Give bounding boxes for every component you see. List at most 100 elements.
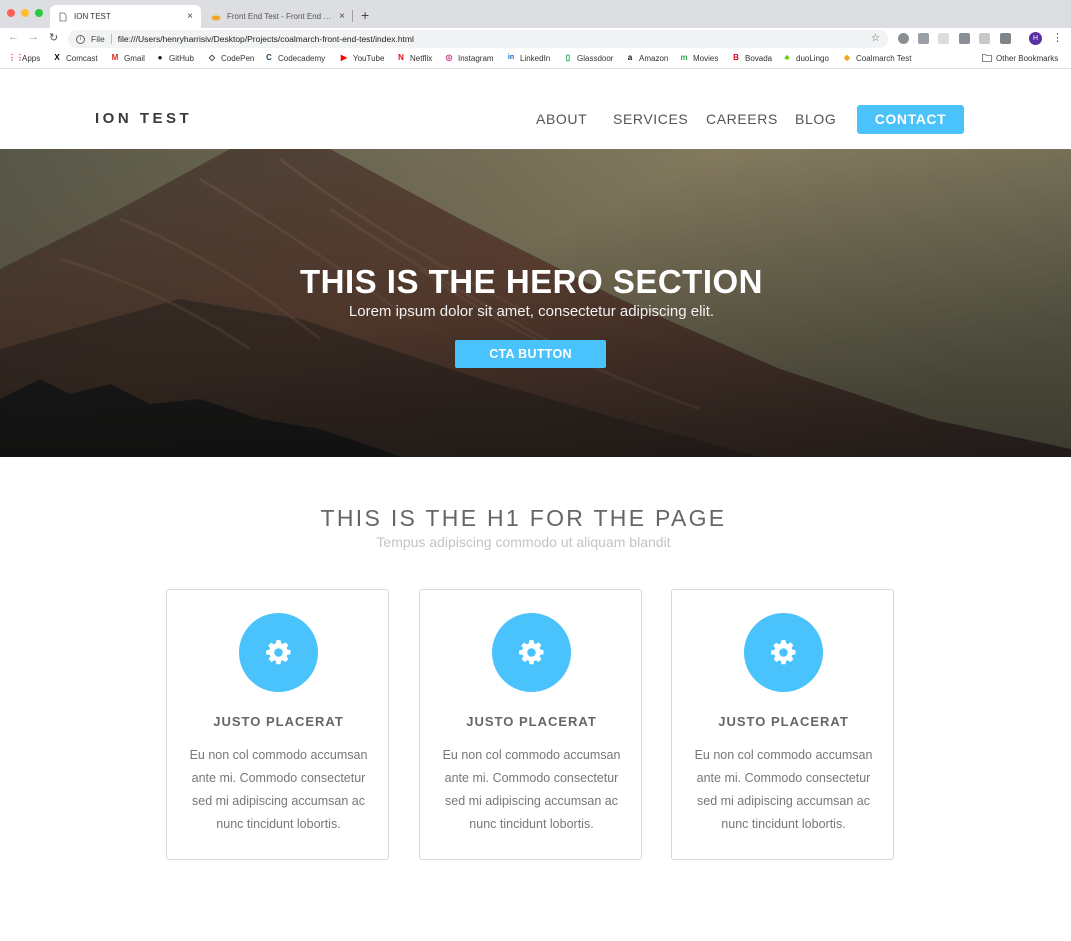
browser-tab-front-end-test[interactable]: Front End Test - Front End Test × xyxy=(203,5,353,28)
bookmark-label: Bovada xyxy=(745,53,773,63)
bookmark-label: Netflix xyxy=(410,53,433,63)
bookmark-bovada[interactable]: B Bovada xyxy=(731,53,772,63)
reload-button[interactable]: ↻ xyxy=(49,31,58,44)
feature-card: JUSTO PLACERAT Eu non col commodo accums… xyxy=(419,589,642,860)
folder-icon xyxy=(982,53,992,63)
movies-icon: m xyxy=(680,53,688,62)
card-icon-circle xyxy=(492,613,571,692)
close-window-button[interactable] xyxy=(7,9,15,17)
bookmark-label: Coalmarch Test xyxy=(856,53,912,63)
github-icon: ● xyxy=(157,53,163,62)
bookmark-linkedin[interactable]: in LinkedIn xyxy=(506,53,550,63)
extension-blank-icon[interactable] xyxy=(938,33,949,44)
bookmark-label: Glassdoor xyxy=(577,53,614,63)
bookmark-label: GitHub xyxy=(169,53,194,63)
coalmarch-icon: ◆ xyxy=(843,53,851,62)
bookmark-label: Comcast xyxy=(66,53,98,63)
x-logo-icon: X xyxy=(54,53,60,62)
url-text[interactable]: file:///Users/henryharrisiv/Desktop/Proj… xyxy=(118,34,414,44)
bookmark-duolingo[interactable]: ♣ duoLingo xyxy=(782,53,829,63)
forward-button[interactable]: → xyxy=(28,31,39,43)
bookmark-label: Gmail xyxy=(124,53,145,63)
browser-toolbar: ← → ↻ i File file:///Users/henryharrisiv… xyxy=(0,28,1071,50)
bookmark-star-icon[interactable]: ☆ xyxy=(871,33,880,44)
profile-avatar[interactable]: H xyxy=(1029,32,1042,45)
gear-icon xyxy=(266,640,291,665)
bookmark-coalmarch-test[interactable]: ◆ Coalmarch Test xyxy=(842,53,912,63)
document-icon xyxy=(58,12,68,22)
amazon-icon: a xyxy=(627,53,633,62)
extension-globe-icon[interactable] xyxy=(898,33,909,44)
page-subtitle: Tempus adipiscing commodo ut aliquam bla… xyxy=(376,534,671,550)
address-bar[interactable]: i File file:///Users/henryharrisiv/Deskt… xyxy=(68,30,888,48)
feature-card: JUSTO PLACERAT Eu non col commodo accums… xyxy=(671,589,894,860)
tab-title: ION TEST xyxy=(74,12,111,21)
bookmark-label: Codecademy xyxy=(278,53,326,63)
nav-blog[interactable]: BLOG xyxy=(795,111,836,127)
bookmark-youtube[interactable]: ▶ YouTube xyxy=(339,53,385,63)
bookmark-label: Instagram xyxy=(458,53,494,63)
netflix-icon: N xyxy=(398,53,404,62)
camera-icon[interactable] xyxy=(918,33,929,44)
back-button[interactable]: ← xyxy=(8,31,19,43)
nav-about[interactable]: ABOUT xyxy=(536,111,587,127)
eyedropper-icon[interactable] xyxy=(1000,33,1011,44)
nav-careers[interactable]: CAREERS xyxy=(706,111,778,127)
bookmark-label: duoLingo xyxy=(796,53,829,63)
bookmark-github[interactable]: ● GitHub xyxy=(155,53,194,63)
bookmark-label: LinkedIn xyxy=(520,53,551,63)
bookmark-amazon[interactable]: a Amazon xyxy=(625,53,669,63)
extension-k-icon[interactable] xyxy=(979,33,990,44)
card-text: Eu non col commodo accumsan ante mi. Com… xyxy=(694,748,873,831)
nav-services[interactable]: SERVICES xyxy=(613,111,688,127)
bookmark-comcast[interactable]: X Comcast xyxy=(52,53,98,63)
bovada-icon: B xyxy=(733,53,739,62)
close-tab-icon[interactable]: × xyxy=(187,11,193,22)
gmail-icon: M xyxy=(111,53,119,62)
bookmark-apps[interactable]: ⋮⋮ Apps xyxy=(8,53,40,63)
other-bookmarks[interactable]: Other Bookmarks xyxy=(982,53,1058,63)
tab-divider xyxy=(352,10,353,22)
extension-tray-icon[interactable] xyxy=(959,33,970,44)
bookmark-codepen[interactable]: ◇ CodePen xyxy=(207,53,254,63)
bookmark-label: Other Bookmarks xyxy=(996,53,1059,63)
browser-tab-ion-test[interactable]: ION TEST × xyxy=(50,5,201,28)
minimize-window-button[interactable] xyxy=(21,9,29,17)
card-title: JUSTO PLACERAT xyxy=(718,714,849,729)
card-icon-circle xyxy=(744,613,823,692)
gear-icon xyxy=(519,640,544,665)
feature-card: JUSTO PLACERAT Eu non col commodo accums… xyxy=(166,589,389,860)
browser-tab-bar: ION TEST × Front End Test - Front End Te… xyxy=(0,0,1071,28)
linkedin-icon: in xyxy=(507,54,515,61)
hero-title: THIS IS THE HERO SECTION xyxy=(299,263,764,300)
apps-grid-icon: ⋮⋮ xyxy=(8,53,24,62)
duolingo-icon: ♣ xyxy=(784,53,790,62)
new-tab-button[interactable]: + xyxy=(361,7,369,23)
bookmark-codecademy[interactable]: C Codecademy xyxy=(264,53,325,63)
youtube-icon: ▶ xyxy=(340,53,348,62)
cta-button[interactable]: CTA BUTTON xyxy=(455,340,606,368)
bookmark-gmail[interactable]: M Gmail xyxy=(110,53,145,63)
bookmark-instagram[interactable]: ◎ Instagram xyxy=(444,53,494,63)
bookmark-glassdoor[interactable]: ▯ Glassdoor xyxy=(563,53,614,63)
bookmarks-bar: ⋮⋮ Apps X Comcast M Gmail ● GitHub ◇ CodePen … xyxy=(0,50,1071,69)
tab-title: Front End Test - Front End Test xyxy=(227,12,336,21)
gear-icon xyxy=(771,640,796,665)
instagram-icon: ◎ xyxy=(445,53,453,62)
info-icon[interactable]: i xyxy=(76,34,85,44)
contact-button[interactable]: CONTACT xyxy=(857,105,964,134)
bookmark-label: YouTube xyxy=(353,53,385,63)
browser-menu-icon[interactable]: ⋮ xyxy=(1052,31,1063,44)
bookmark-label: Apps xyxy=(22,53,41,63)
bookmark-label: CodePen xyxy=(221,53,255,63)
bookmark-netflix[interactable]: N Netflix xyxy=(396,53,432,63)
codepen-icon: ◇ xyxy=(208,53,216,62)
scheme-label: File xyxy=(91,34,105,44)
hero-section: THIS IS THE HERO SECTION Lorem ipsum dol… xyxy=(0,149,1071,457)
close-tab-icon[interactable]: × xyxy=(339,11,345,22)
bookmark-movies[interactable]: m Movies xyxy=(679,53,718,63)
site-logo[interactable]: ION TEST xyxy=(95,110,192,127)
address-divider xyxy=(110,34,112,44)
maximize-window-button[interactable] xyxy=(35,9,43,17)
page-title: THIS IS THE H1 FOR THE PAGE xyxy=(320,505,727,531)
